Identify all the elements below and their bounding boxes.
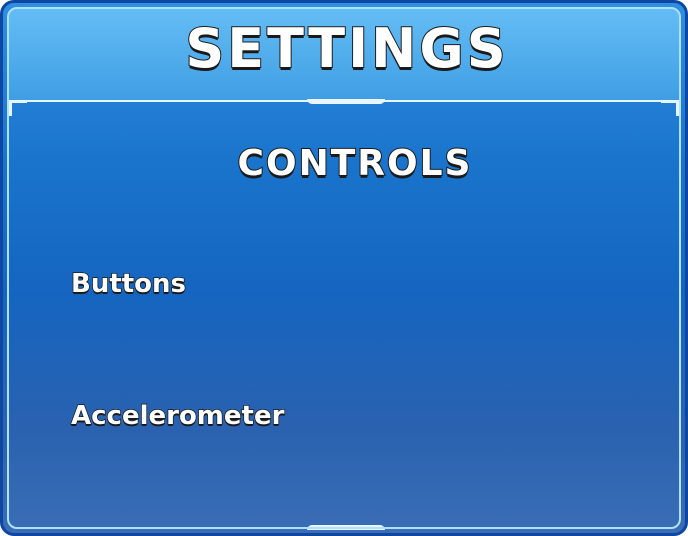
corner-tick-right-h xyxy=(661,100,679,103)
header-notch xyxy=(307,99,385,104)
corner-tick-left-h xyxy=(9,100,27,103)
section-title-controls: CONTROLS xyxy=(237,142,473,185)
buttons-option[interactable]: Buttons xyxy=(70,268,187,300)
accelerometer-option[interactable]: Accelerometer xyxy=(70,400,285,432)
footer-notch xyxy=(307,525,385,530)
settings-panel: SETTINGS CONTROLS Buttons Accelerometer xyxy=(0,0,688,536)
page-title: SETTINGS xyxy=(184,16,509,81)
